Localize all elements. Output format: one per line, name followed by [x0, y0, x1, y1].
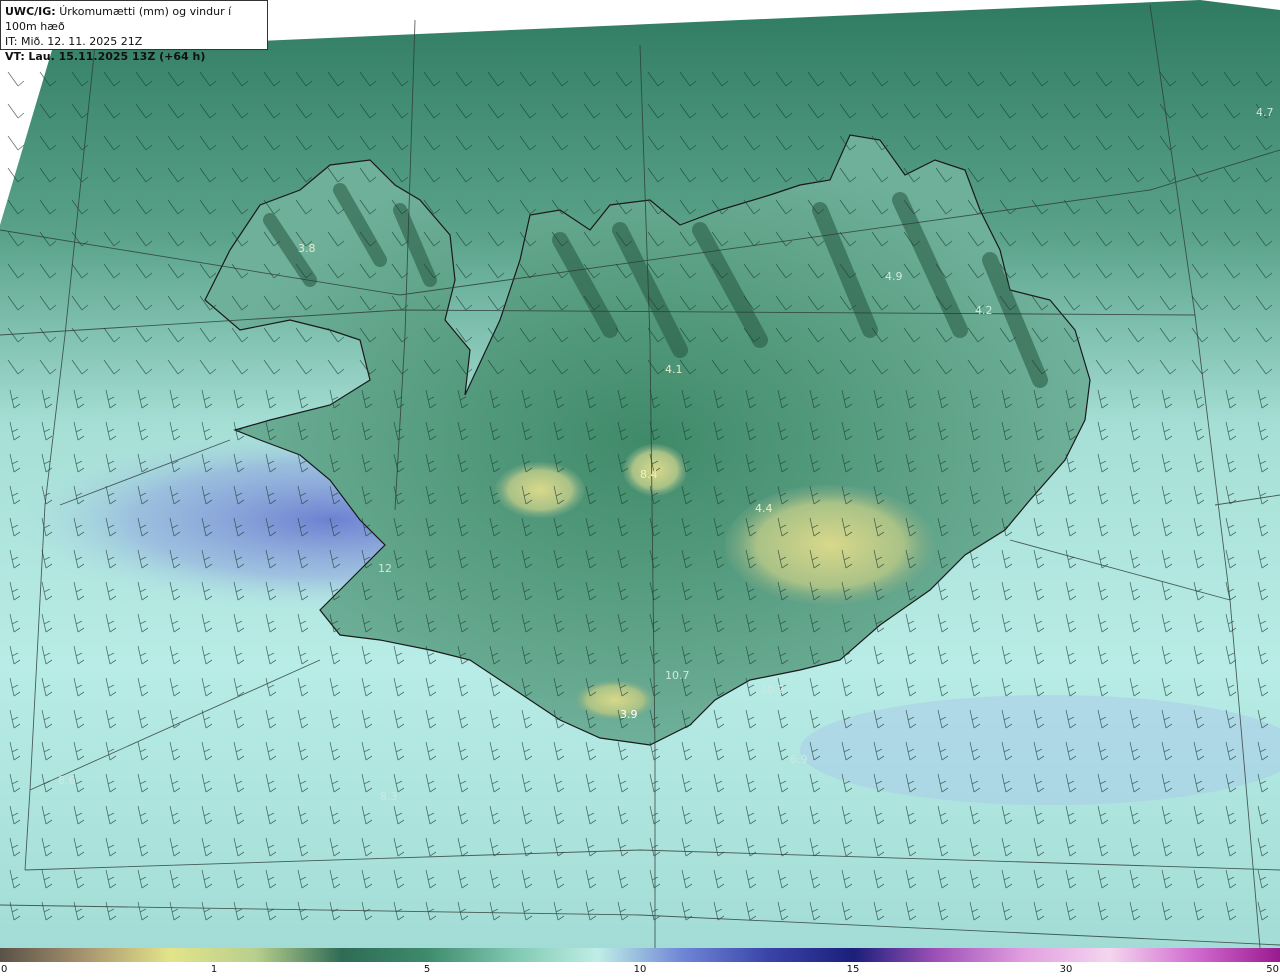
map-label: 3.8: [298, 242, 316, 255]
map-label: 6.9: [790, 753, 808, 766]
map-label: 3.9: [620, 708, 638, 721]
colorbar-tick: 30: [1059, 964, 1073, 975]
wind-barbs-north: [0, 60, 1280, 390]
colorbar-tick: 5: [423, 964, 431, 975]
model-name: UWC/IG:: [5, 5, 56, 18]
map-label: 12: [378, 562, 392, 575]
map-label: 10.2: [760, 683, 785, 696]
colorbar-tick: 50: [1266, 964, 1279, 975]
map-label: 10.7: [665, 669, 690, 682]
title-line: UWC/IG: Úrkomumætti (mm) og vindur í 100…: [5, 4, 263, 34]
map-label: 4.4: [755, 502, 773, 515]
map-label: 4.2: [975, 304, 993, 317]
colorbar-tick: 15: [846, 964, 860, 975]
colorbar-tick: 10: [633, 964, 647, 975]
map-info-box: UWC/IG: Úrkomumætti (mm) og vindur í 100…: [0, 0, 268, 63]
map-label: 8.4: [640, 468, 658, 481]
map-canvas: 4.7 3.8 4.9 4.2 4.1 3.9 6.9 10.2 10.7 12…: [0, 0, 1280, 948]
map-label: 4.7: [1256, 106, 1274, 119]
colorbar-strip: [0, 948, 1280, 962]
colorbar: 0 1 5 10 15 30 50: [0, 948, 1280, 978]
issue-time: IT: Mið. 12. 11. 2025 21Z: [5, 35, 143, 48]
colorbar-tick: 0: [1, 964, 8, 975]
map-label: 4.1: [665, 363, 683, 376]
valid-line: VT: Lau. 15.11.2025 13Z (+64 h): [5, 49, 263, 64]
map-label: 4.9: [885, 270, 903, 283]
map-label: 8.6: [58, 774, 76, 787]
colorbar-tick: 1: [210, 964, 218, 975]
valid-label: VT:: [5, 50, 25, 63]
map-label: 8.3: [380, 790, 398, 803]
valid-time: Lau. 15.11.2025 13Z (+64 h): [28, 50, 206, 63]
